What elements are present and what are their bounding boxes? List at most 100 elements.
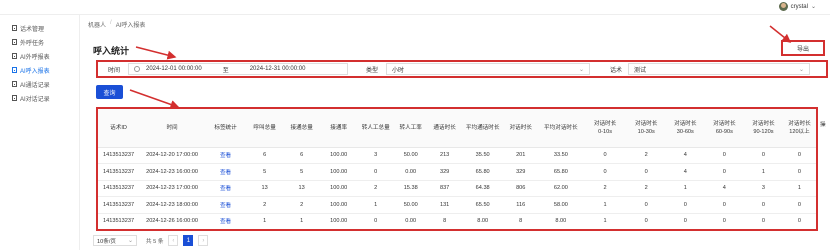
table-cell: 0: [704, 196, 744, 214]
table-cell: 0: [743, 196, 783, 214]
column-header: 标签统计: [204, 109, 247, 148]
table-cell: 1413513237: [98, 213, 140, 229]
table-cell: 1: [583, 196, 627, 214]
table-row: 1413513237 2024-12-23 16:00:00 查看 5 5 100.00 0…: [98, 163, 816, 181]
table-cell: 6: [246, 147, 284, 164]
view-link[interactable]: 查看: [204, 196, 247, 214]
table-cell: 0: [782, 147, 816, 164]
view-link[interactable]: 查看: [204, 213, 247, 229]
breadcrumb-current: AI呼入报表: [115, 23, 146, 29]
table-cell: 116: [503, 196, 539, 214]
table-cell: 0: [704, 213, 744, 229]
table-cell: 0: [626, 196, 666, 214]
table-cell: 1413513237: [98, 163, 140, 181]
table-cell: 2: [283, 196, 321, 214]
table-cell: 13: [246, 180, 284, 197]
table-cell: 2024-12-23 18:00:00: [139, 196, 205, 214]
view-link[interactable]: 查看: [204, 180, 247, 197]
date-range-picker[interactable]: 2024-12-01 00:00:00 至 2024-12-31 00:00:0…: [128, 63, 348, 75]
column-header: 转人工总量: [357, 109, 395, 148]
sidebar-item-label: AI呼入报表: [20, 68, 50, 75]
column-header: 对话时长 0-10s: [583, 109, 627, 148]
pagination: 10条/页 ⌄ 共 5 条 ‹ 1 ›: [93, 235, 209, 246]
user-menu[interactable]: crystal ⌄: [778, 2, 816, 11]
time-label: 时间: [108, 67, 121, 74]
table-cell: 50.00: [394, 196, 428, 214]
table-cell: 15.38: [394, 180, 428, 197]
sidebar-item[interactable]: AI通话记录: [0, 77, 79, 91]
table-cell: 213: [427, 147, 463, 164]
sidebar-item[interactable]: 外呼任务: [0, 35, 79, 49]
table-cell: 329: [427, 163, 463, 181]
table-cell: 100.00: [320, 147, 358, 164]
table-cell: 0: [782, 196, 816, 214]
sidebar-item[interactable]: AI对话记录: [0, 91, 79, 105]
table-cell: 0.00: [394, 213, 428, 229]
table-cell: 0: [782, 213, 816, 229]
view-link[interactable]: 查看: [204, 147, 247, 164]
arrow-to-table: [129, 89, 180, 109]
start-date[interactable]: 2024-12-01 00:00:00: [146, 66, 202, 72]
top-bar: crystal ⌄: [0, 0, 830, 15]
table-cell: 5: [283, 163, 321, 181]
export-button[interactable]: 导出: [781, 40, 825, 56]
table-cell: 1: [246, 213, 284, 229]
user-avatar-icon[interactable]: [778, 2, 788, 11]
table-cell: 6: [283, 147, 321, 164]
table-cell: 0: [583, 163, 627, 181]
table-cell: 1413513237: [98, 180, 140, 197]
table-cell: 62.00: [538, 180, 584, 197]
table-cell: 3: [743, 180, 783, 197]
table-cell: 1: [782, 180, 816, 197]
table-cell: 4: [665, 163, 705, 181]
total-count: 共 5 条: [146, 238, 164, 245]
table-cell: 65.80: [462, 163, 504, 181]
table-row: 1413513237 2024-12-26 16:00:00 查看 1 1 100.00 0…: [98, 213, 816, 229]
sidebar-item-label: 话术管理: [20, 26, 45, 33]
column-header: 对话时长 120以上: [782, 109, 816, 148]
column-header: 呼叫总量: [246, 109, 284, 148]
arrow-to-filter: [135, 46, 177, 60]
sidebar-item[interactable]: AI呼入报表: [0, 63, 79, 77]
table-cell: 131: [427, 196, 463, 214]
table-cell: 1: [357, 196, 395, 214]
column-header: 对话时长: [503, 109, 539, 148]
table-cell: 0: [665, 213, 705, 229]
type-value: 小时: [392, 67, 405, 74]
breadcrumb-root[interactable]: 机器人: [88, 20, 106, 29]
sidebar-item[interactable]: 话术管理: [0, 21, 79, 35]
chevron-down-icon[interactable]: ⌄: [811, 3, 816, 10]
column-header: 时间: [139, 109, 205, 148]
sidebar-item-label: AI对话记录: [20, 96, 50, 103]
view-link[interactable]: 查看: [204, 163, 247, 181]
page-size-select[interactable]: 10条/页 ⌄: [93, 235, 137, 246]
type-select[interactable]: 小时 ⌄: [386, 63, 590, 75]
page-number-current[interactable]: 1: [183, 235, 194, 246]
table-cell: 65.80: [538, 163, 584, 181]
column-header: 平均通话时长: [462, 109, 504, 148]
table-cell: 329: [503, 163, 539, 181]
table-cell: 1: [583, 213, 627, 229]
breadcrumb-separator: /: [110, 20, 112, 26]
page-title: 呼入统计: [93, 46, 130, 56]
document-icon: [12, 67, 17, 73]
sidebar: 话术管理外呼任务 AI外呼报表 AI呼入报表 AI通话记录 AI对话记录: [0, 15, 80, 250]
document-icon: [12, 53, 17, 59]
query-button[interactable]: 查询: [96, 85, 123, 99]
username[interactable]: crystal: [791, 4, 808, 10]
page-size-value: 10条/页: [97, 238, 116, 245]
prev-page-icon[interactable]: ‹: [168, 235, 179, 246]
table-cell: 0: [583, 147, 627, 164]
table-cell: 5: [246, 163, 284, 181]
next-page-icon[interactable]: ›: [198, 235, 209, 246]
script-select[interactable]: 测试 ⌄: [628, 63, 810, 75]
table-cell: 2: [246, 196, 284, 214]
chevron-down-icon: ⌄: [127, 238, 133, 244]
sidebar-item[interactable]: AI外呼报表: [0, 49, 79, 63]
table-cell: 100.00: [320, 180, 358, 197]
table-cell: 58.00: [538, 196, 584, 214]
end-date[interactable]: 2024-12-31 00:00:00: [250, 66, 306, 72]
table-cell: 8.00: [538, 213, 584, 229]
table-cell: 1: [743, 163, 783, 181]
table-row: 1413513237 2024-12-23 18:00:00 查看 2 2 100.00 1…: [98, 196, 816, 214]
